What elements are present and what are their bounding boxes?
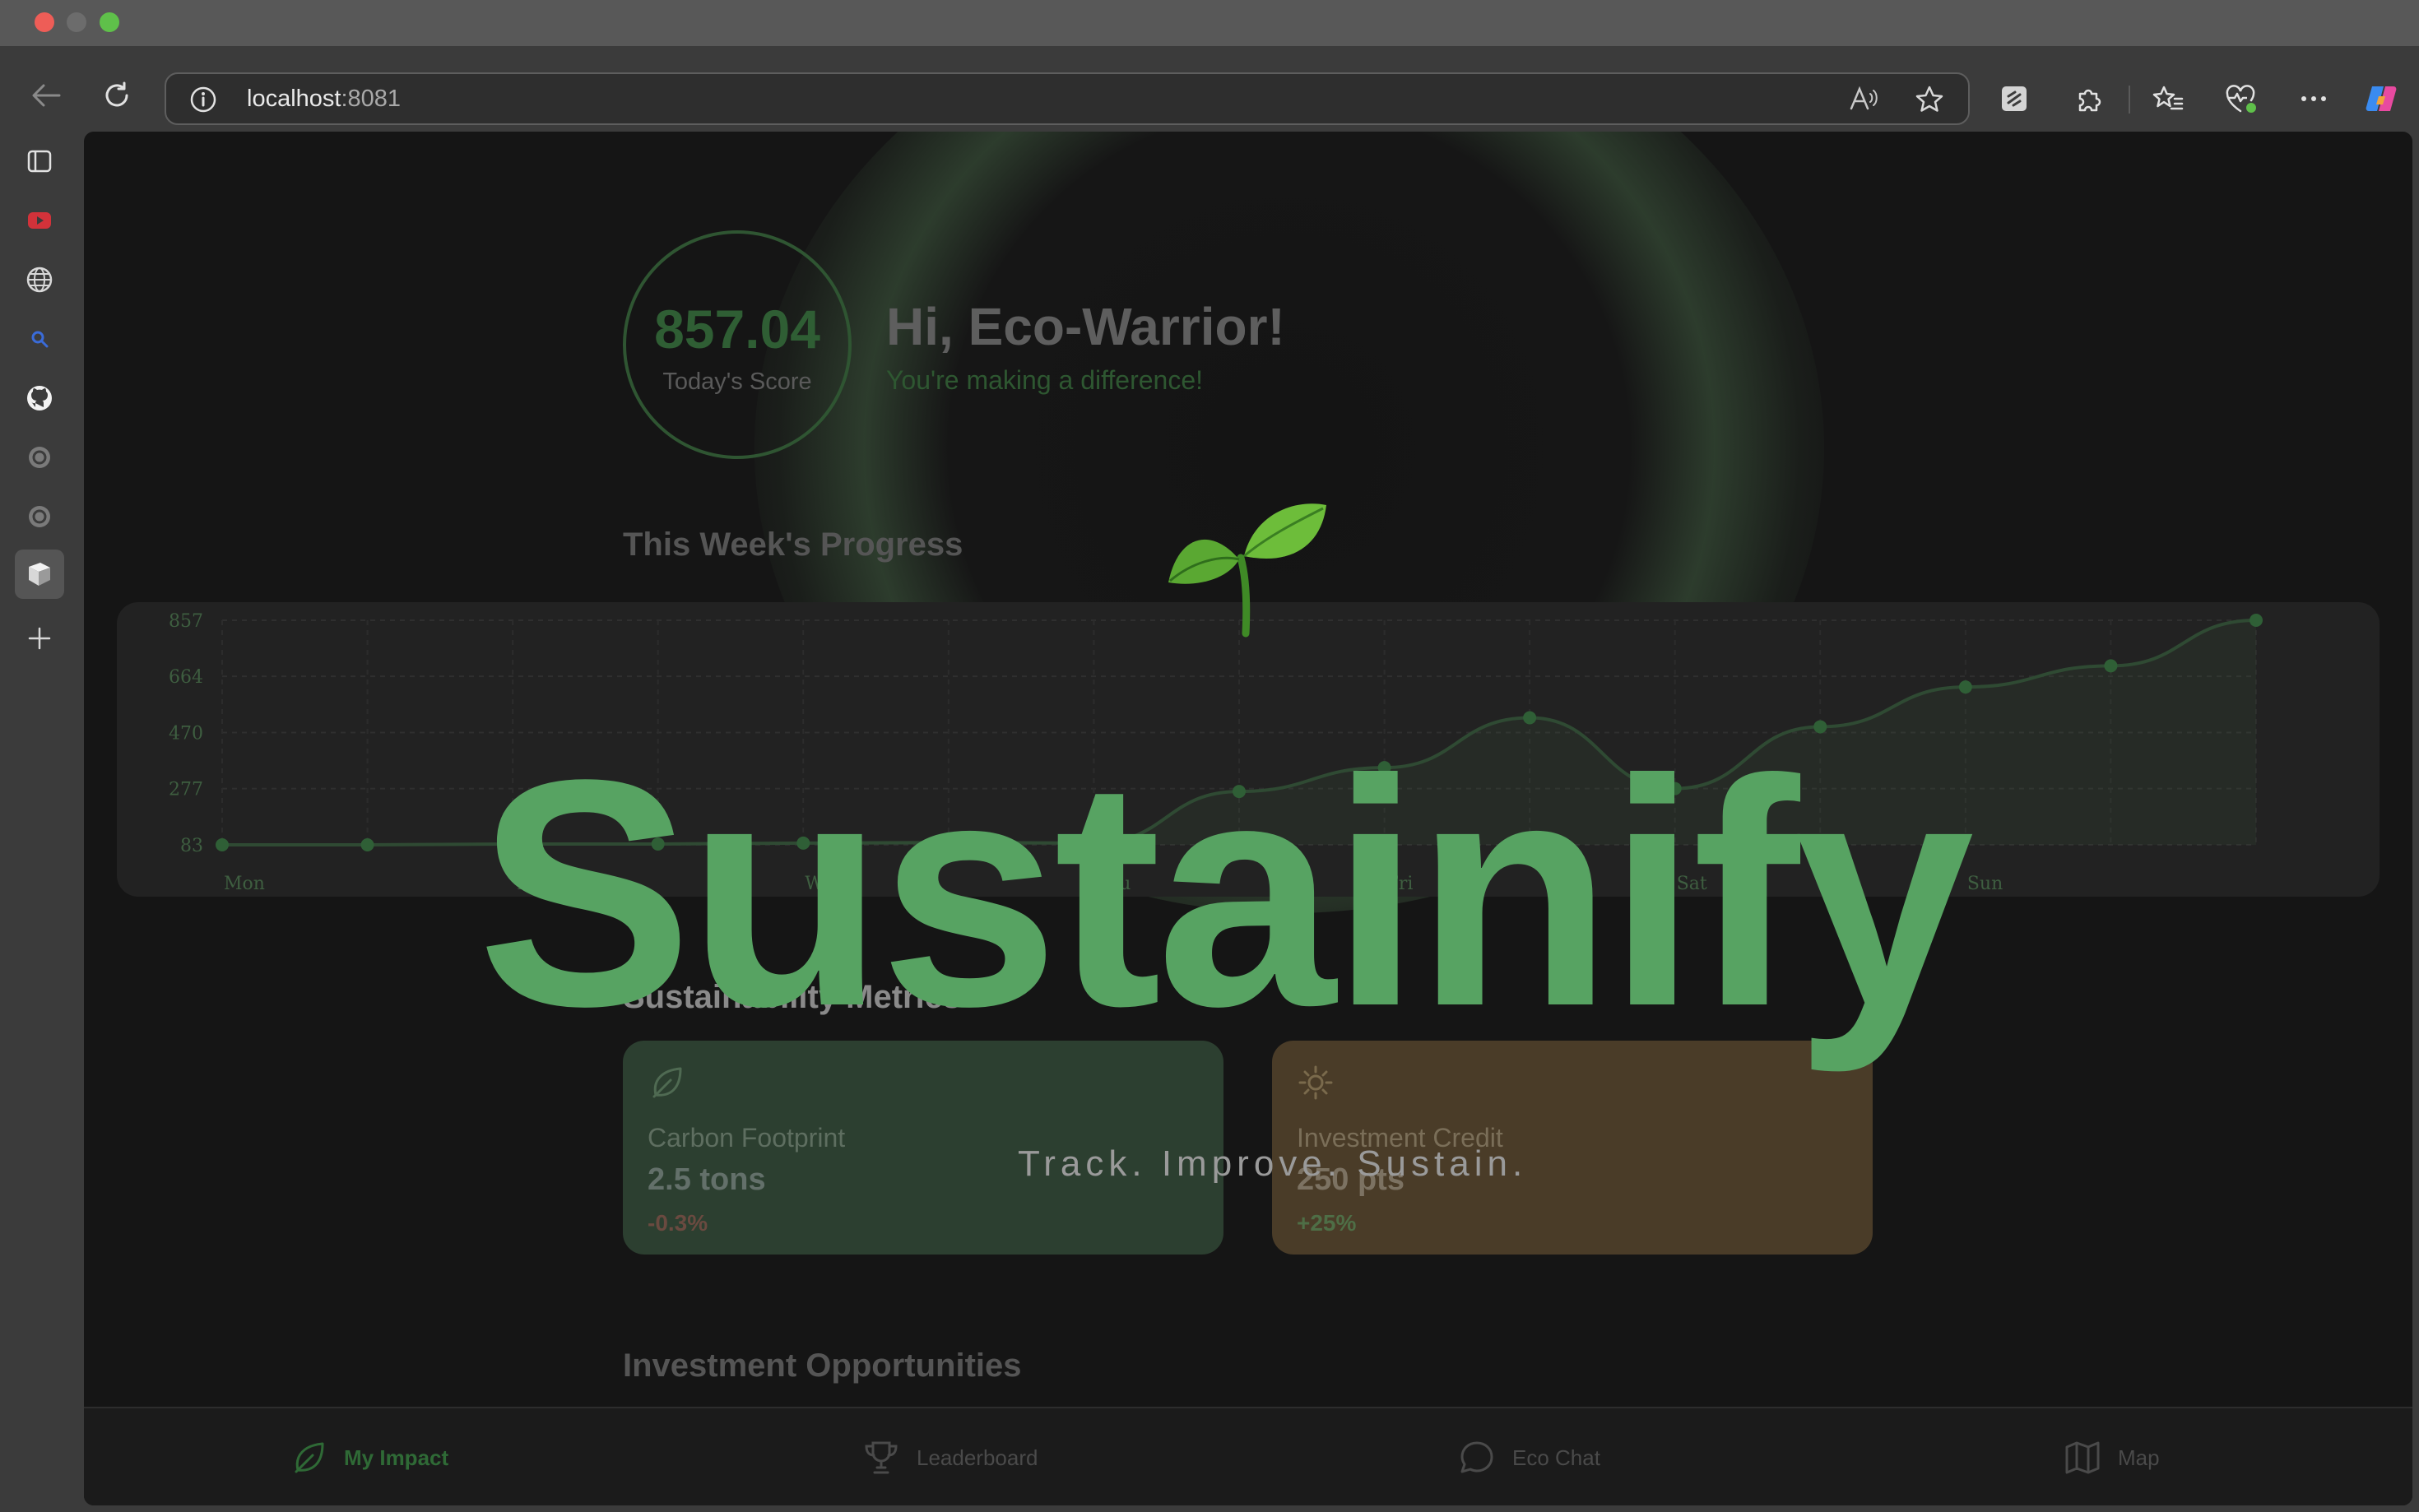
tab-actions-button[interactable] <box>20 141 59 181</box>
read-aloud-icon <box>1850 86 1878 110</box>
nav-label: Map <box>2118 1445 2160 1470</box>
site-info-icon[interactable] <box>189 86 217 114</box>
app-viewport: 857.04 Today's Score Hi, Eco-Warrior! Yo… <box>84 132 2412 1505</box>
data-point <box>360 838 374 851</box>
investment-opportunities-title: Investment Opportunities <box>623 1347 1022 1384</box>
star-icon <box>1915 86 1943 112</box>
data-point <box>2250 614 2263 627</box>
more-dots-icon <box>2301 96 2326 101</box>
maximize-window-button[interactable] <box>100 12 119 32</box>
url-port: :8081 <box>341 86 402 112</box>
nav-map[interactable]: Map <box>2064 1433 2160 1482</box>
puzzle-icon <box>2078 89 2101 112</box>
plus-icon <box>28 627 51 650</box>
nav-eco-chat[interactable]: Eco Chat <box>1458 1433 1600 1482</box>
y-tick-label: 470 <box>169 724 203 744</box>
nav-leaderboard[interactable]: Leaderboard <box>862 1433 1038 1482</box>
metric-label: Carbon Footprint <box>648 1123 846 1153</box>
toolbar-divider <box>2129 86 2130 114</box>
extensions-button[interactable] <box>2072 82 2105 115</box>
bottom-navigation: My Impact Leaderboard Eco Chat Map <box>84 1407 2412 1505</box>
score-value: 857.04 <box>654 299 820 359</box>
data-point <box>1958 680 1972 694</box>
x-tick-label: Mon <box>224 874 265 894</box>
brand-wordmark: Sustainify <box>477 713 1974 1074</box>
nav-label: My Impact <box>344 1445 449 1470</box>
score-label: Today's Score <box>662 369 812 395</box>
close-window-button[interactable] <box>35 12 54 32</box>
score-ring: 857.04 Today's Score <box>623 230 852 459</box>
favorites-button[interactable] <box>2151 82 2185 115</box>
sidebar-globe-tab[interactable] <box>20 260 59 299</box>
y-tick-label: 857 <box>169 611 203 632</box>
openai-icon <box>29 447 50 468</box>
back-button[interactable] <box>28 77 64 114</box>
sidebar-search-tab[interactable] <box>20 319 59 359</box>
youtube-icon <box>28 212 51 229</box>
add-tab-button[interactable] <box>20 619 59 658</box>
arrow-left-icon <box>32 84 61 107</box>
reload-icon <box>105 81 128 107</box>
sidebar-openai-tab-1[interactable] <box>20 438 59 477</box>
data-point <box>216 838 229 851</box>
openai-icon <box>29 506 50 527</box>
greeting-subtitle: You're making a difference! <box>886 365 1204 395</box>
favorite-star-button[interactable] <box>1914 84 1945 115</box>
y-tick-label: 83 <box>180 836 203 856</box>
heart-pulse-icon <box>2226 85 2256 113</box>
sidebar-youtube-tab[interactable] <box>20 201 59 240</box>
reload-button[interactable] <box>99 77 135 114</box>
cube-app-icon <box>29 563 50 586</box>
github-icon <box>27 386 52 410</box>
url-text[interactable]: localhost:8081 <box>247 86 401 113</box>
sprout-icon <box>1168 503 1326 638</box>
brand-tagline: Track. Improve. Sustain. <box>1018 1143 1528 1184</box>
metric-change: -0.3% <box>648 1210 708 1236</box>
nav-label: Leaderboard <box>917 1445 1038 1470</box>
nav-my-impact[interactable]: My Impact <box>290 1433 448 1482</box>
sidebar-active-tab[interactable] <box>15 550 64 599</box>
copilot-button[interactable] <box>2363 81 2399 117</box>
x-tick-label: Sun <box>1967 874 2003 894</box>
more-menu-button[interactable] <box>2297 82 2330 115</box>
trophy-icon <box>865 1441 898 1474</box>
favorites-icon <box>2152 86 2184 110</box>
browser-sidebar <box>0 132 82 1512</box>
read-aloud-button[interactable] <box>1848 86 1878 114</box>
greeting-title: Hi, Eco-Warrior! <box>886 297 1285 356</box>
sidebar-openai-tab-2[interactable] <box>20 497 59 536</box>
sidebar-github-tab[interactable] <box>20 378 59 418</box>
map-icon <box>2065 1441 2100 1474</box>
y-tick-label: 664 <box>169 667 203 688</box>
metric-change: +25% <box>1297 1210 1357 1236</box>
globe-icon <box>26 267 53 293</box>
leaf-icon <box>295 1442 324 1473</box>
window-titlebar <box>0 0 2419 46</box>
url-host: localhost <box>247 86 341 112</box>
search-icon <box>31 331 49 348</box>
minimize-window-button[interactable] <box>67 12 86 32</box>
extension-app-icon <box>2002 86 2027 111</box>
address-bar[interactable]: localhost:8081 <box>165 72 1970 125</box>
data-point <box>2104 659 2118 673</box>
y-tick-label: 277 <box>169 780 203 800</box>
metric-value: 2.5 tons <box>648 1162 766 1197</box>
copilot-icon <box>2366 86 2397 111</box>
weekly-progress-title: This Week's Progress <box>623 526 963 563</box>
tab-panel-icon <box>27 150 52 173</box>
browser-essentials-button[interactable] <box>2223 82 2259 115</box>
nav-label: Eco Chat <box>1512 1445 1600 1470</box>
chat-icon <box>1460 1441 1493 1473</box>
extension-button[interactable] <box>1999 84 2029 114</box>
